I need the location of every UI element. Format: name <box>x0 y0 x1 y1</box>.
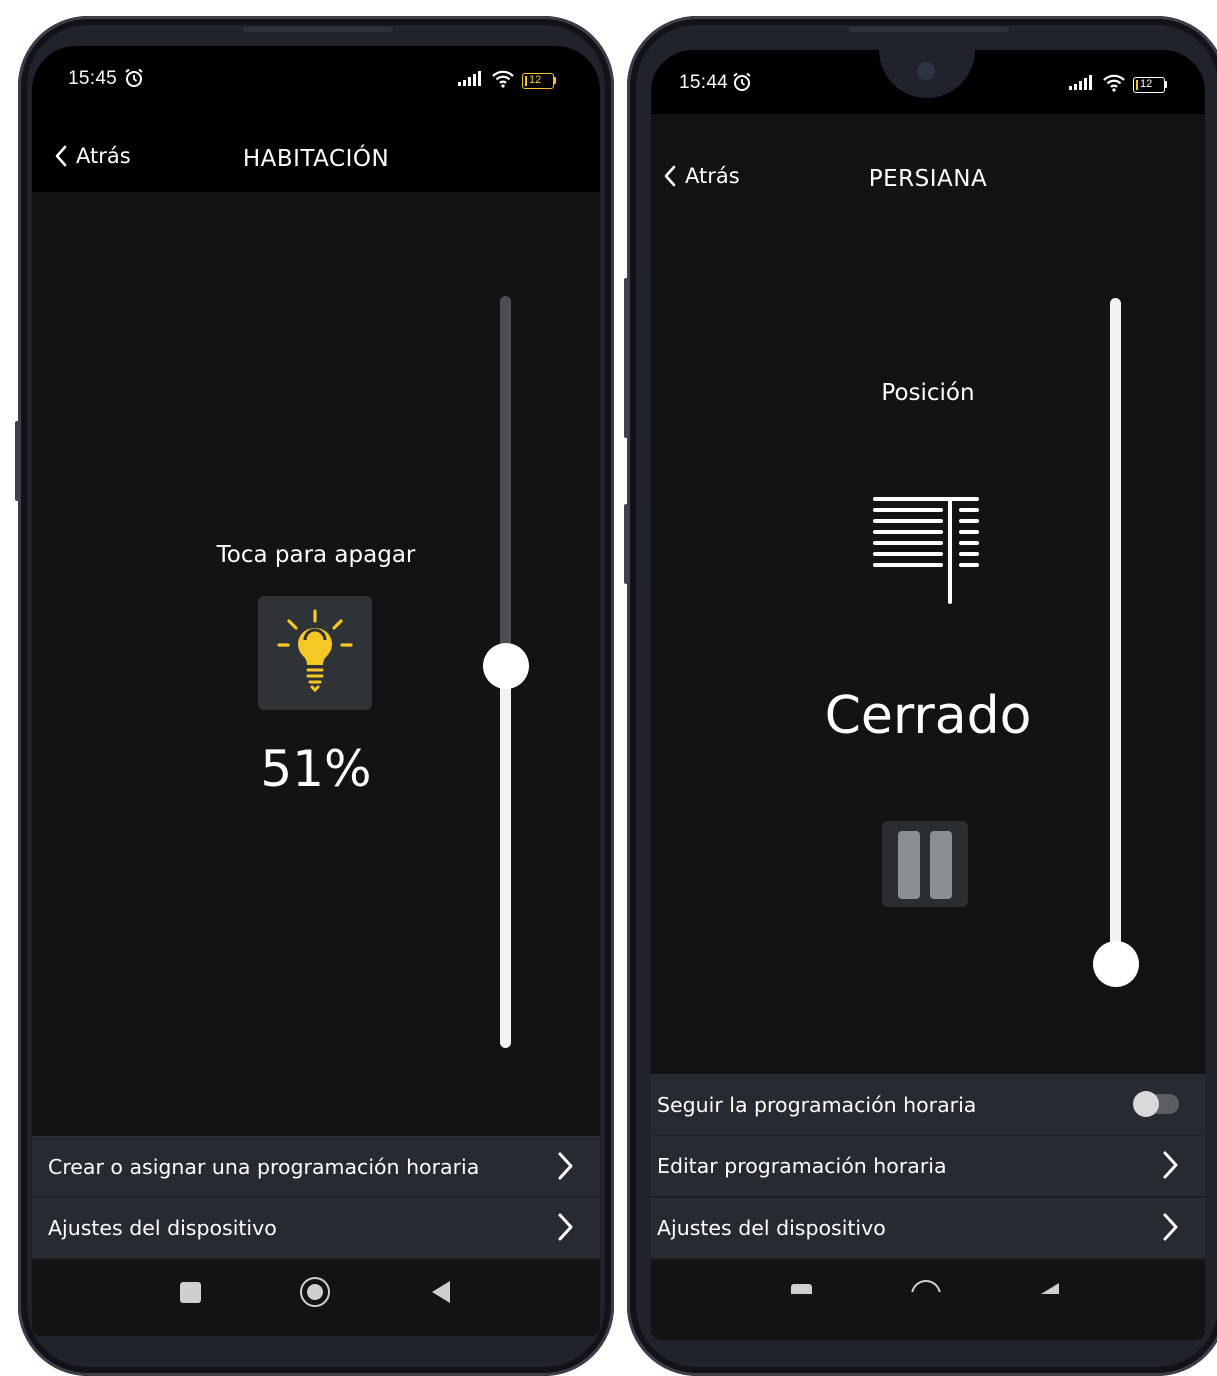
follow-schedule-row: Seguir la programación horaria <box>651 1074 1205 1137</box>
battery-level: 12 <box>1140 78 1153 90</box>
system-nav-bar <box>651 1260 1205 1340</box>
wifi-icon <box>491 70 515 92</box>
alarm-icon <box>124 68 144 92</box>
status-time: 15:45 <box>68 68 118 89</box>
device-settings-row-label: Ajustes del dispositivo <box>657 1216 886 1240</box>
screen-habitacion: 15:45 12 Atrás HABITACIÓN Toca para apag… <box>32 46 600 1336</box>
home-dot-icon <box>307 1284 323 1300</box>
pause-icon <box>898 831 952 899</box>
recents-button[interactable] <box>791 1284 812 1294</box>
back-triangle-icon[interactable] <box>1039 1282 1061 1296</box>
camera-icon <box>917 62 935 80</box>
device-settings-row-label: Ajustes del dispositivo <box>48 1216 277 1240</box>
speaker-grille <box>849 27 1009 32</box>
follow-schedule-label: Seguir la programación horaria <box>657 1093 977 1117</box>
wifi-icon <box>1102 74 1126 96</box>
chevron-right-icon <box>1163 1213 1178 1241</box>
volume-button <box>624 278 628 438</box>
signal-icon <box>1069 75 1095 95</box>
slider-thumb[interactable] <box>483 643 529 689</box>
edit-schedule-row-label: Editar programación horaria <box>657 1154 947 1178</box>
page-title: PERSIANA <box>868 166 988 192</box>
device-settings-row[interactable]: Ajustes del dispositivo <box>32 1198 600 1260</box>
volume-button <box>15 421 19 501</box>
blind-state: Cerrado <box>824 686 1032 746</box>
phone-frame-left: 15:45 12 Atrás HABITACIÓN Toca para apag… <box>15 16 614 1376</box>
schedule-row[interactable]: Crear o asignar una programación horaria <box>32 1136 600 1199</box>
signal-icon <box>458 71 484 91</box>
chevron-right-icon <box>558 1213 573 1241</box>
home-button[interactable] <box>911 1280 941 1292</box>
lightbulb-icon <box>277 609 353 693</box>
chevron-right-icon <box>558 1152 573 1180</box>
edit-schedule-row[interactable]: Editar programación horaria <box>651 1136 1205 1198</box>
slider-track-active <box>500 666 511 1048</box>
slider-thumb[interactable] <box>1093 941 1139 987</box>
follow-schedule-toggle[interactable] <box>1133 1091 1179 1117</box>
nav-bar: Atrás HABITACIÓN <box>32 126 600 192</box>
pause-button[interactable] <box>882 821 968 907</box>
camera-notch <box>879 50 975 98</box>
page-title: HABITACIÓN <box>242 146 390 172</box>
status-icons: 12 <box>458 70 556 92</box>
phone-frame-right: 15:44 12 Atrás PERSIANA Posición Cerrado… <box>624 16 1217 1376</box>
alarm-icon <box>732 72 752 96</box>
speaker-grille <box>243 27 393 32</box>
status-icons: 12 <box>1069 74 1167 96</box>
status-time: 15:44 <box>679 72 729 93</box>
toggle-knob <box>1133 1091 1159 1117</box>
system-nav-bar <box>32 1260 600 1336</box>
recents-button[interactable] <box>180 1282 201 1303</box>
schedule-row-label: Crear o asignar una programación horaria <box>48 1155 480 1179</box>
slider-track-inactive <box>500 296 511 666</box>
device-settings-row[interactable]: Ajustes del dispositivo <box>651 1198 1205 1260</box>
status-bar: 15:45 12 <box>32 46 600 126</box>
battery-level: 12 <box>529 74 542 86</box>
brightness-level: 51% <box>260 740 372 798</box>
power-button <box>624 504 628 584</box>
battery-icon: 12 <box>522 73 556 89</box>
nav-bar: Atrás PERSIANA <box>651 114 1205 194</box>
blinds-icon <box>873 497 979 604</box>
slider-track-active <box>1110 298 1121 962</box>
light-toggle-button[interactable] <box>258 596 372 710</box>
position-label: Posición <box>881 380 975 406</box>
chevron-right-icon <box>1163 1151 1178 1179</box>
home-button[interactable] <box>300 1277 330 1307</box>
battery-icon: 12 <box>1133 77 1167 93</box>
back-triangle-icon[interactable] <box>430 1280 452 1304</box>
tap-to-turn-off-hint: Toca para apagar <box>216 542 416 568</box>
screen-persiana: 15:44 12 Atrás PERSIANA Posición Cerrado… <box>651 50 1205 1340</box>
